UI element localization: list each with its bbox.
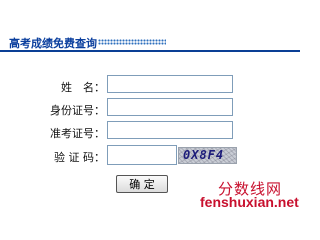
captcha-image[interactable]: 0X8F4 <box>178 147 237 164</box>
exam-number-label: 准考证号： <box>50 127 105 140</box>
page-title: 高考成绩免费查询 <box>9 37 97 50</box>
id-number-input[interactable] <box>107 98 233 116</box>
name-row: 姓 名： <box>0 75 300 97</box>
watermark-url: fenshuxian.net <box>200 194 299 210</box>
captcha-label: 验 证 码： <box>54 151 105 164</box>
exam-number-row: 准考证号： <box>0 121 300 143</box>
dotted-decoration-icon <box>98 39 166 45</box>
page-header: 高考成绩免费查询 <box>0 30 300 52</box>
name-input[interactable] <box>107 75 233 93</box>
captcha-row: 验 证 码： 0X8F4 <box>0 145 300 167</box>
captcha-text: 0X8F4 <box>183 148 225 162</box>
id-number-label: 身份证号： <box>50 104 105 117</box>
captcha-input[interactable] <box>107 145 177 165</box>
name-label: 姓 名： <box>61 81 105 94</box>
header-divider <box>0 50 300 52</box>
submit-button[interactable]: 确 定 <box>116 175 168 193</box>
exam-number-input[interactable] <box>107 121 233 139</box>
id-number-row: 身份证号： <box>0 98 300 120</box>
